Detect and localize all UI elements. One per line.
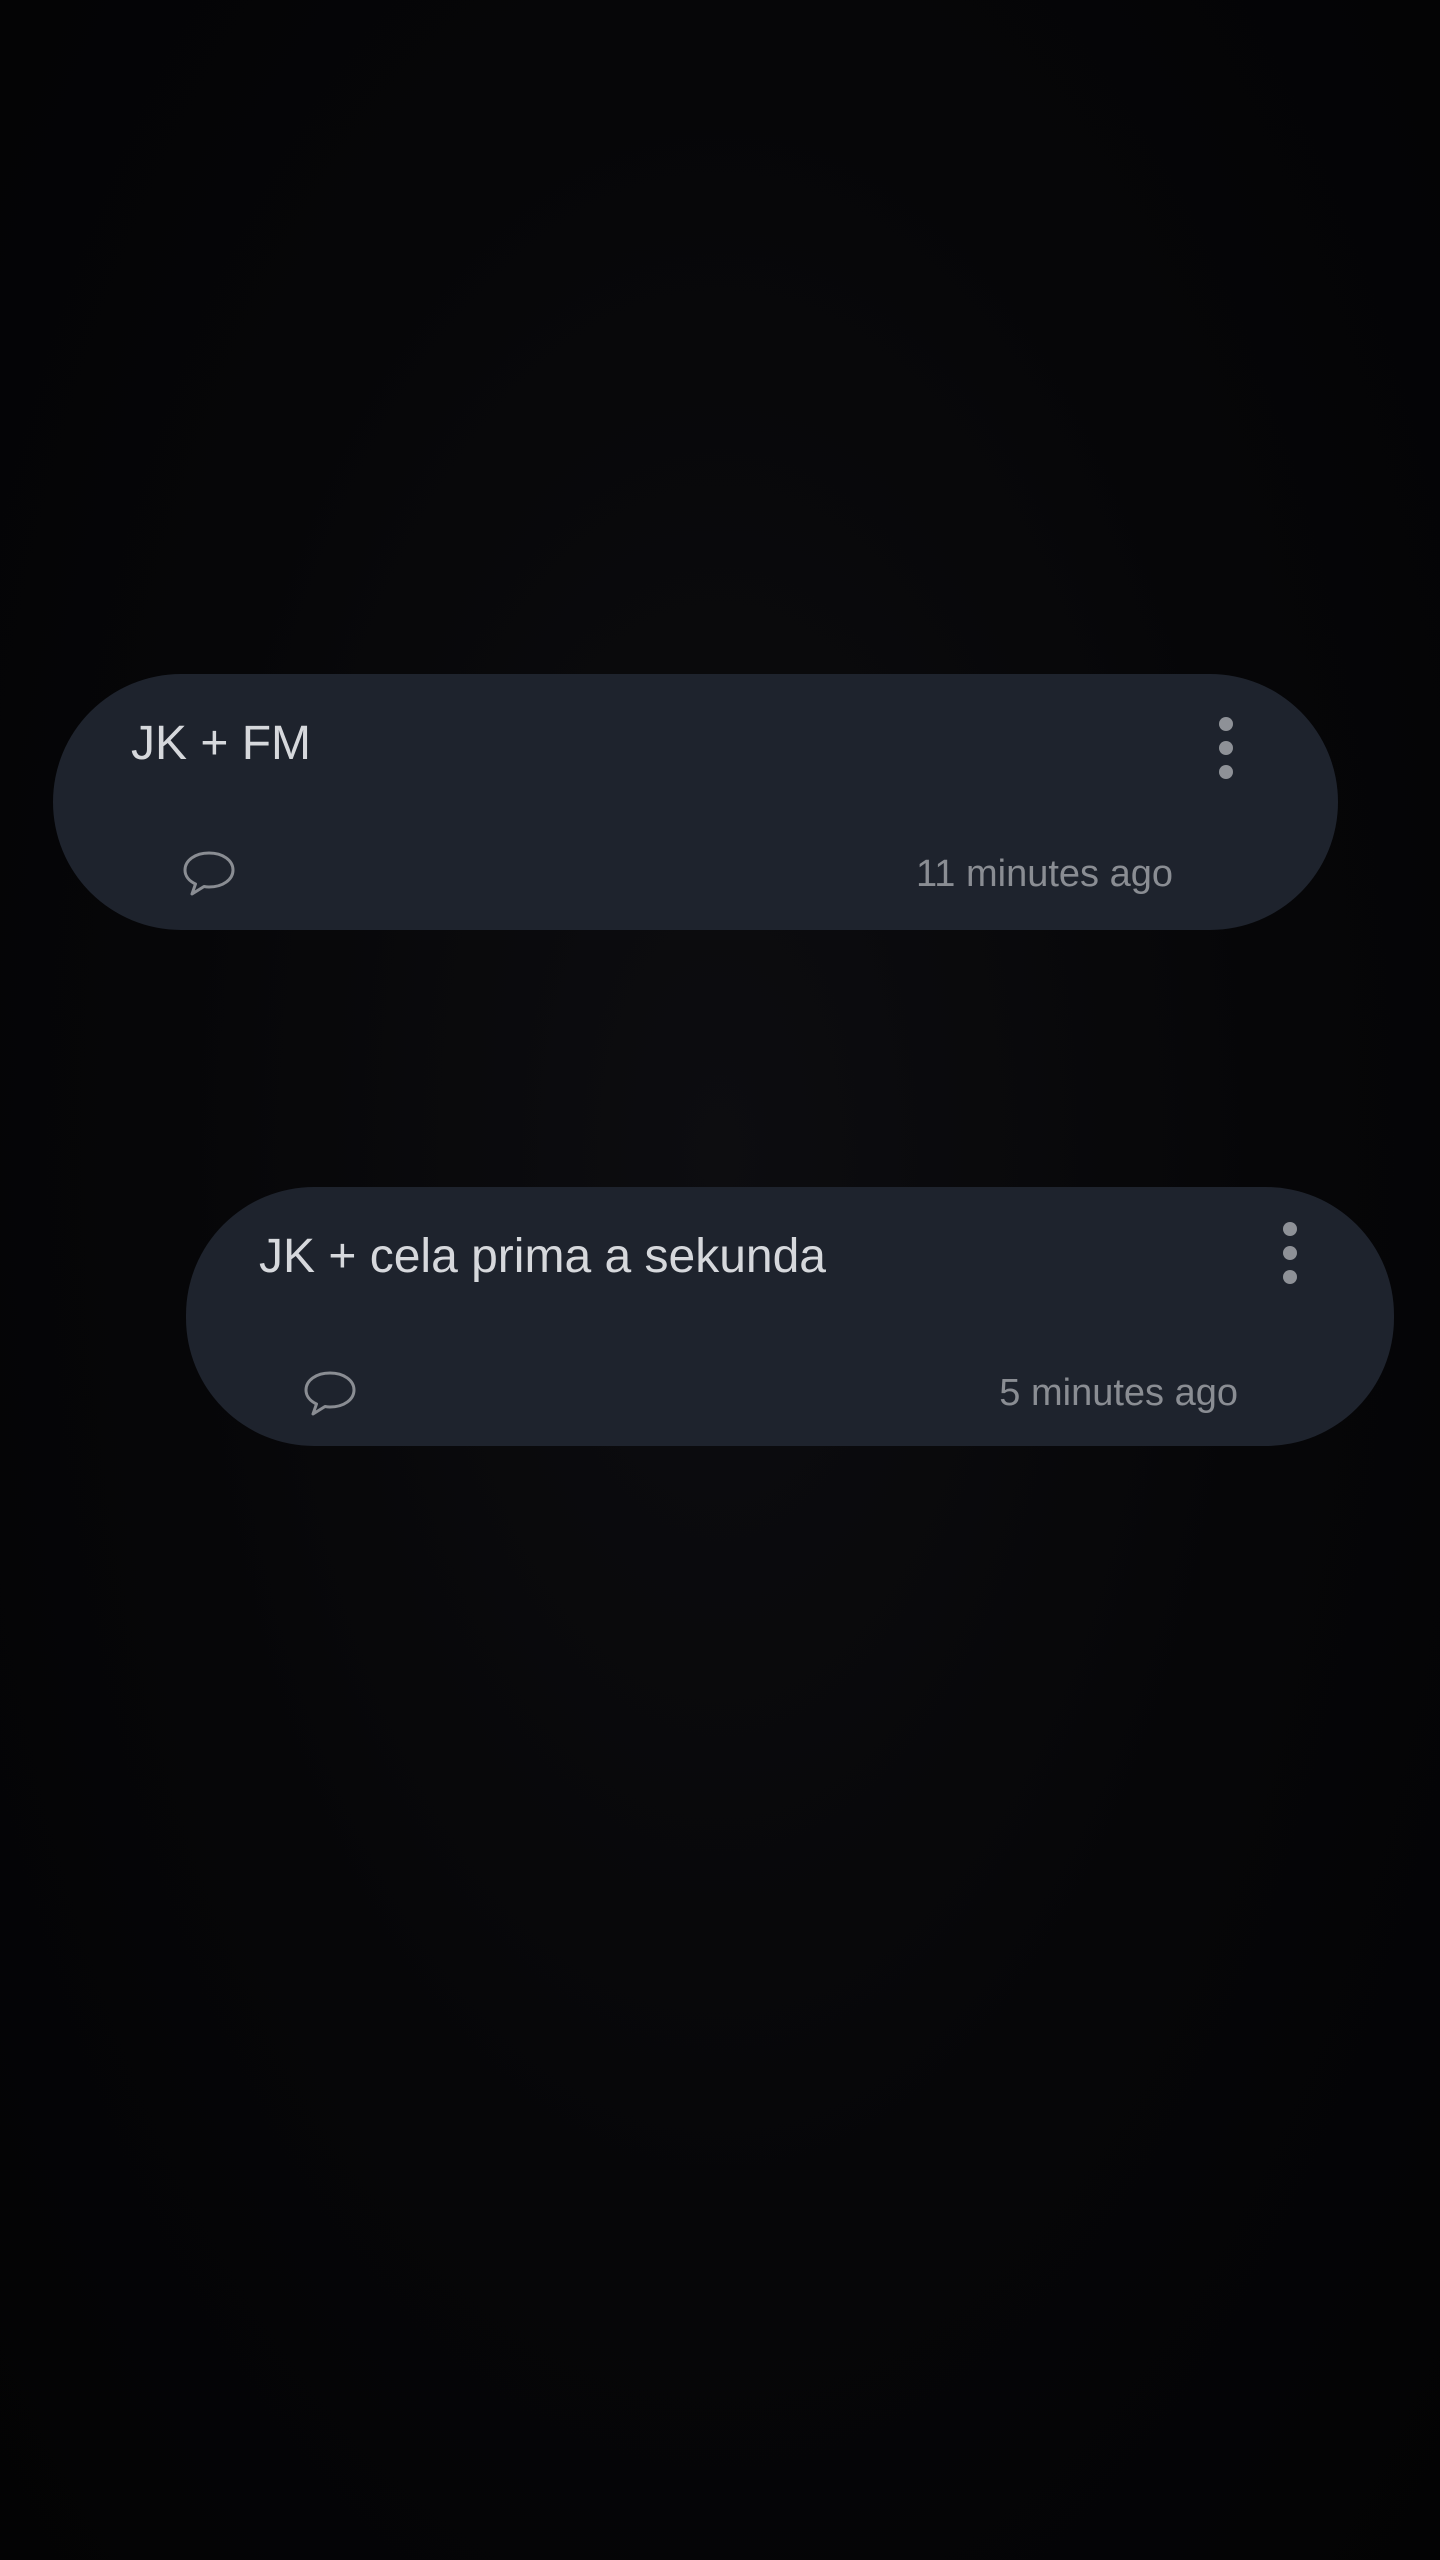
- note-card[interactable]: JK + FM 11 minutes ago: [53, 674, 1338, 930]
- comment-icon[interactable]: [181, 849, 237, 899]
- note-timestamp: 5 minutes ago: [999, 1372, 1238, 1414]
- note-card[interactable]: JK + cela prima a sekunda 5 minutes ago: [186, 1187, 1394, 1446]
- more-vert-icon[interactable]: [1266, 1213, 1314, 1293]
- menu-dot: [1219, 717, 1233, 731]
- note-title: JK + FM: [131, 717, 312, 770]
- note-title: JK + cela prima a sekunda: [259, 1230, 826, 1283]
- menu-dot: [1283, 1270, 1297, 1284]
- menu-dot: [1219, 741, 1233, 755]
- more-vert-icon[interactable]: [1202, 708, 1250, 788]
- screen-background: JK + FM 11 minutes ago JK + cela prima a…: [0, 0, 1440, 2560]
- note-timestamp: 11 minutes ago: [915, 853, 1173, 895]
- menu-dot: [1283, 1246, 1297, 1260]
- comment-icon[interactable]: [302, 1369, 358, 1419]
- menu-dot: [1283, 1222, 1297, 1236]
- menu-dot: [1219, 765, 1233, 779]
